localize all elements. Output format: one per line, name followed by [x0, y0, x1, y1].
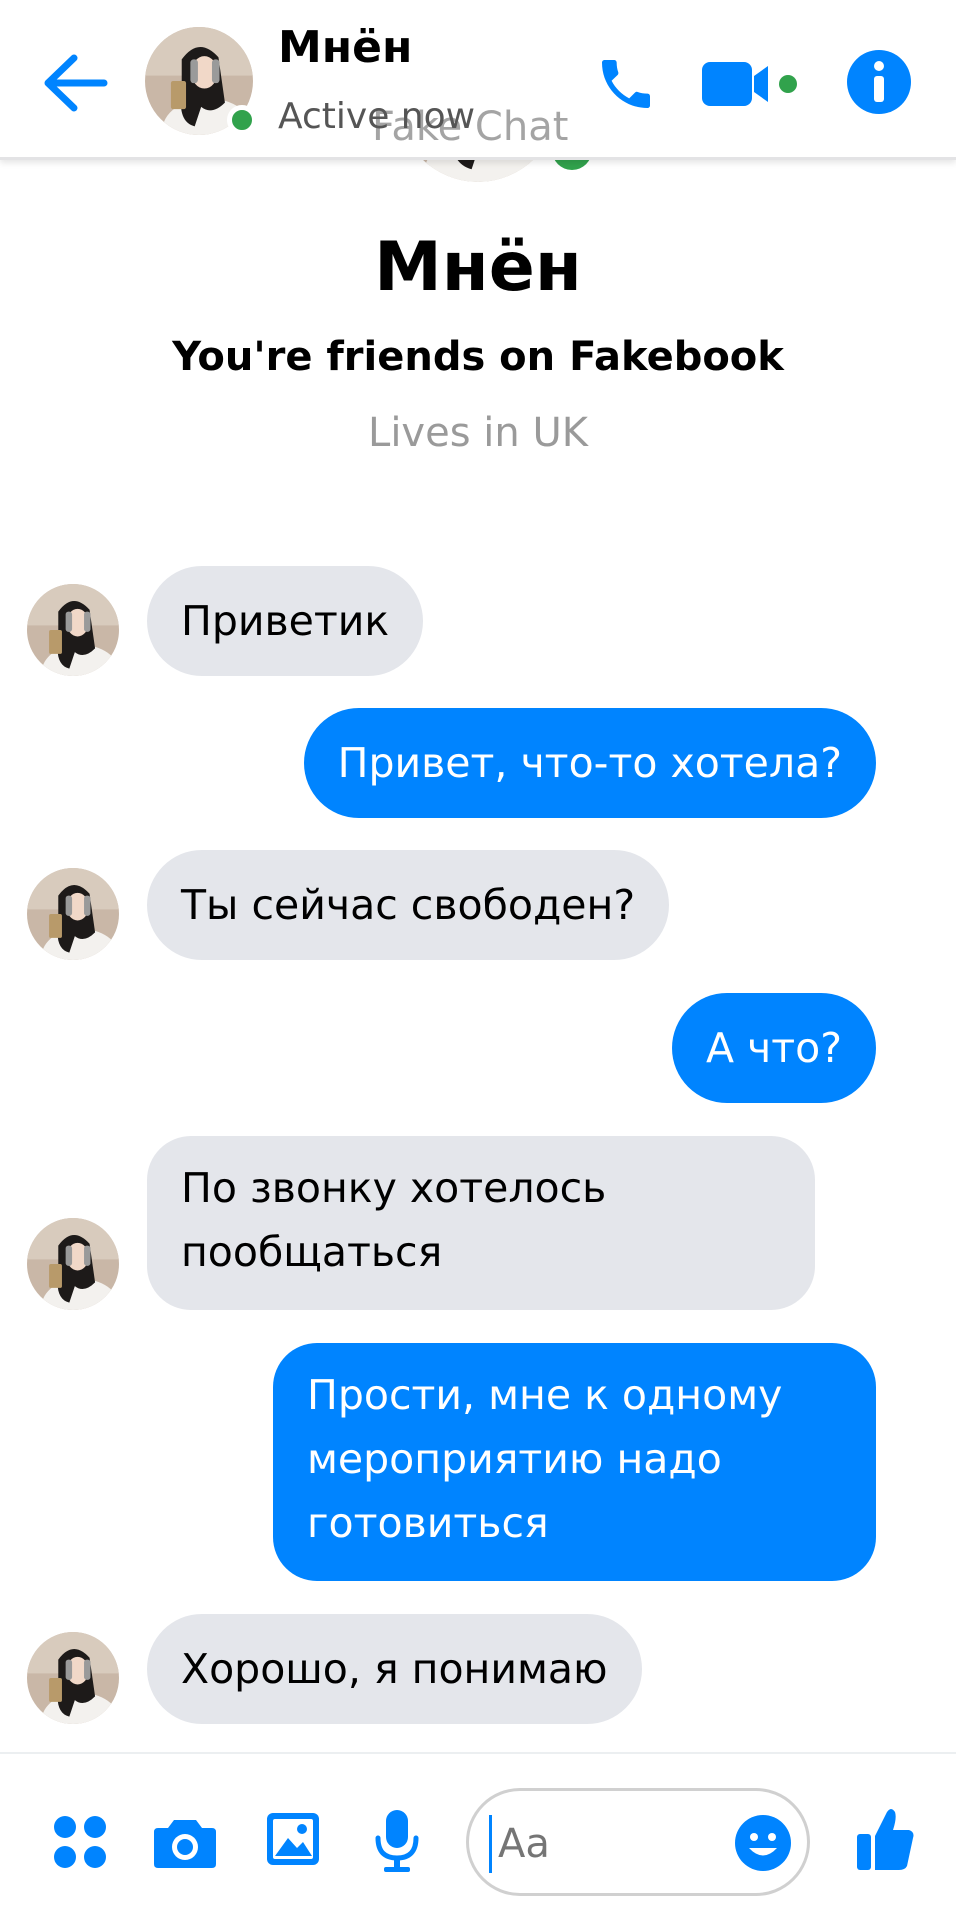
active-status: Active now	[278, 96, 476, 137]
back-arrow-icon[interactable]	[40, 50, 110, 116]
message-text-line: Прости, мне к одному	[307, 1371, 783, 1419]
friends-status: You're friends on Fakebook	[172, 334, 784, 380]
info-icon[interactable]	[845, 48, 913, 116]
microphone-icon[interactable]	[374, 1808, 420, 1874]
camera-icon[interactable]	[152, 1814, 218, 1870]
sender-avatar[interactable]	[27, 1632, 119, 1724]
online-indicator	[227, 105, 257, 135]
phone-icon[interactable]	[594, 52, 658, 116]
message-bubble-incoming[interactable]: Хорошо, я понимаю	[147, 1614, 642, 1724]
emoji-icon[interactable]	[733, 1813, 793, 1873]
profile-location: Lives in UK	[368, 410, 588, 456]
message-text-line: По звонку хотелось	[181, 1164, 607, 1212]
message-bubble-outgoing[interactable]: Прости, мне к одному мероприятию надо го…	[273, 1343, 876, 1581]
contact-name[interactable]: Мнён	[278, 22, 412, 73]
message-text-line: пообщаться	[181, 1228, 443, 1276]
message-bubble-outgoing[interactable]: Привет, что-то хотела?	[303, 708, 876, 818]
message-bubble-outgoing[interactable]: А что?	[671, 993, 876, 1103]
thumbs-up-icon[interactable]	[855, 1806, 915, 1872]
sender-avatar[interactable]	[27, 584, 119, 676]
message-text: А что?	[705, 1024, 842, 1072]
message-text: Ты сейчас свободен?	[181, 881, 636, 929]
sender-avatar[interactable]	[27, 1218, 119, 1310]
message-bubble-incoming[interactable]: По звонку хотелось пообщаться	[147, 1136, 815, 1310]
contact-avatar[interactable]	[145, 27, 257, 135]
message-text: Привет, что-то хотела?	[337, 739, 842, 787]
message-bubble-incoming[interactable]: Приветик	[147, 566, 424, 676]
apps-grid-icon[interactable]	[52, 1814, 108, 1870]
message-text-line: мероприятию надо	[307, 1435, 722, 1483]
image-icon[interactable]	[266, 1812, 320, 1866]
chat-header: Мнён Active now Fake Chat	[0, 0, 956, 160]
message-text: Хорошо, я понимаю	[181, 1645, 608, 1693]
message-bubble-incoming[interactable]: Ты сейчас свободен?	[147, 850, 670, 960]
message-text: Приветик	[181, 597, 390, 645]
message-composer	[0, 1752, 956, 1920]
message-text-line: готовиться	[307, 1499, 549, 1547]
message-input-container[interactable]	[466, 1788, 810, 1896]
message-input[interactable]	[489, 1815, 719, 1873]
video-camera-icon[interactable]	[702, 58, 802, 110]
profile-name: Мнён	[374, 228, 582, 307]
sender-avatar[interactable]	[27, 868, 119, 960]
